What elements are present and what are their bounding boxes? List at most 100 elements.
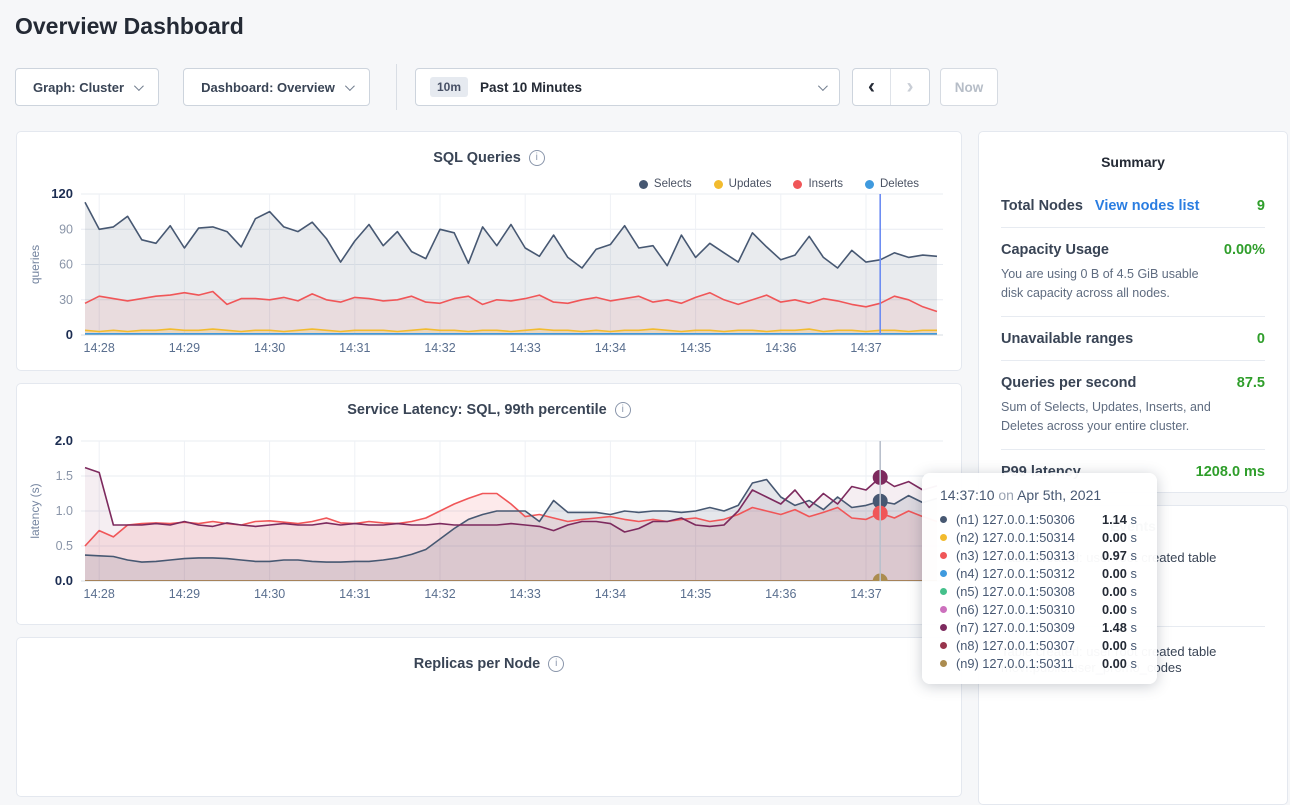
now-button[interactable]: Now <box>940 68 998 106</box>
toolbar-divider <box>396 64 397 110</box>
qps-label: Queries per second <box>1001 375 1136 391</box>
svg-text:14:35: 14:35 <box>680 587 711 601</box>
svg-text:14:29: 14:29 <box>169 587 200 601</box>
svg-text:1.0: 1.0 <box>56 504 73 518</box>
latency-chart-card: Service Latency: SQL, 99th percentile i … <box>16 383 962 625</box>
series-color-dot <box>940 552 947 559</box>
sql-queries-chart-card: SQL Queries i SelectsUpdatesInsertsDelet… <box>16 131 962 371</box>
summary-panel: Summary Total NodesView nodes list 9 Cap… <box>978 131 1288 493</box>
svg-text:0.0: 0.0 <box>55 573 73 588</box>
svg-text:latency (s): latency (s) <box>28 483 42 538</box>
time-range-selector[interactable]: 10m Past 10 Minutes <box>415 68 840 106</box>
dashboard-dropdown[interactable]: Dashboard: Overview <box>183 68 370 106</box>
time-range-badge: 10m <box>430 77 468 97</box>
node-latency-value: 0.97 s <box>1102 548 1137 563</box>
toolbar: Graph: Cluster Dashboard: Overview 10m P… <box>0 68 1290 106</box>
latency-chart[interactable]: 0.00.51.01.52.014:2814:2914:3014:3114:32… <box>17 384 963 626</box>
node-address: (n3) 127.0.0.1:50313 <box>956 548 1094 563</box>
graph-dropdown-label: Graph: Cluster <box>33 80 124 95</box>
node-address: (n5) 127.0.0.1:50308 <box>956 584 1094 599</box>
series-color-dot <box>940 516 947 523</box>
svg-text:14:35: 14:35 <box>680 341 711 355</box>
svg-text:14:34: 14:34 <box>595 341 626 355</box>
svg-text:14:33: 14:33 <box>510 341 541 355</box>
replicas-chart-card: Replicas per Node i <box>16 637 962 797</box>
node-address: (n1) 127.0.0.1:50306 <box>956 512 1094 527</box>
tooltip-timestamp: 14:37:10 on Apr 5th, 2021 <box>940 487 1141 503</box>
tooltip-node-row: (n8) 127.0.0.1:50307 0.00 s <box>940 636 1141 654</box>
qps-desc: Sum of Selects, Updates, Inserts, and De… <box>1001 398 1237 437</box>
series-color-dot <box>940 588 947 595</box>
chevron-down-icon <box>818 81 828 91</box>
svg-text:14:37: 14:37 <box>850 587 881 601</box>
graph-dropdown[interactable]: Graph: Cluster <box>15 68 159 106</box>
series-color-dot <box>940 642 947 649</box>
tooltip-node-row: (n4) 127.0.0.1:50312 0.00 s <box>940 564 1141 582</box>
svg-text:1.5: 1.5 <box>56 469 73 483</box>
svg-text:14:30: 14:30 <box>254 341 285 355</box>
svg-text:14:31: 14:31 <box>339 341 370 355</box>
unavailable-ranges-label: Unavailable ranges <box>1001 331 1133 347</box>
node-address: (n7) 127.0.0.1:50309 <box>956 620 1094 635</box>
svg-text:14:29: 14:29 <box>169 341 200 355</box>
tooltip-node-row: (n1) 127.0.0.1:50306 1.14 s <box>940 510 1141 528</box>
svg-text:14:33: 14:33 <box>510 587 541 601</box>
series-color-dot <box>940 660 947 667</box>
node-latency-value: 0.00 s <box>1102 656 1137 671</box>
node-address: (n4) 127.0.0.1:50312 <box>956 566 1094 581</box>
sql-queries-chart[interactable]: 0 30 60 90 120 14:28 14:29 14:30 14:31 14:32 14:33… <box>17 132 963 372</box>
node-address: (n2) 127.0.0.1:50314 <box>956 530 1094 545</box>
total-nodes-label: Total Nodes <box>1001 198 1083 214</box>
next-time-button[interactable]: › <box>891 69 929 105</box>
previous-time-button[interactable]: ‹ <box>853 69 891 105</box>
tooltip-node-row: (n7) 127.0.0.1:50309 1.48 s <box>940 618 1141 636</box>
chevron-down-icon <box>345 81 355 91</box>
svg-text:90: 90 <box>59 222 73 236</box>
info-icon[interactable]: i <box>548 656 564 672</box>
svg-text:0.5: 0.5 <box>56 539 73 553</box>
node-latency-value: 0.00 s <box>1102 584 1137 599</box>
node-latency-value: 0.00 s <box>1102 638 1137 653</box>
capacity-usage-desc: You are using 0 B of 4.5 GiB usable disk… <box>1001 265 1224 304</box>
node-address: (n9) 127.0.0.1:50311 <box>956 656 1094 671</box>
replicas-chart-title: Replicas per Node <box>414 656 541 672</box>
view-nodes-list-link[interactable]: View nodes list <box>1095 198 1200 214</box>
summary-row-unavailable: Unavailable ranges 0 <box>1001 317 1265 361</box>
svg-text:14:28: 14:28 <box>84 341 115 355</box>
tooltip-node-row: (n3) 127.0.0.1:50313 0.97 s <box>940 546 1141 564</box>
node-address: (n8) 127.0.0.1:50307 <box>956 638 1094 653</box>
node-latency-value: 1.48 s <box>1102 620 1137 635</box>
svg-text:120: 120 <box>51 186 73 201</box>
svg-text:14:36: 14:36 <box>765 341 796 355</box>
page-title: Overview Dashboard <box>15 13 244 40</box>
svg-text:0: 0 <box>66 327 73 342</box>
series-color-dot <box>940 534 947 541</box>
node-address: (n6) 127.0.0.1:50310 <box>956 602 1094 617</box>
svg-text:14:34: 14:34 <box>595 587 626 601</box>
qps-value: 87.5 <box>1237 375 1265 391</box>
tooltip-node-row: (n6) 127.0.0.1:503100.00 s <box>940 600 1141 618</box>
svg-text:30: 30 <box>59 293 73 307</box>
summary-row-total-nodes: Total Nodes View nodes list 9 <box>1001 184 1265 228</box>
series-color-dot <box>940 606 947 613</box>
node-latency-value: 1.14 s <box>1102 512 1137 527</box>
capacity-usage-value: 0.00% <box>1224 242 1265 258</box>
tooltip-node-row: (n9) 127.0.0.1:50311 0.00 s <box>940 654 1141 672</box>
svg-text:14:32: 14:32 <box>424 587 455 601</box>
svg-text:60: 60 <box>59 258 73 272</box>
unavailable-ranges-value: 0 <box>1257 331 1265 347</box>
series-color-dot <box>940 624 947 631</box>
time-step-buttons: ‹ › <box>852 68 930 106</box>
svg-text:14:28: 14:28 <box>84 587 115 601</box>
time-range-label: Past 10 Minutes <box>480 80 806 95</box>
svg-text:14:37: 14:37 <box>850 341 881 355</box>
total-nodes-value: 9 <box>1257 198 1265 214</box>
p99-latency-value: 1208.0 ms <box>1196 464 1265 480</box>
summary-row-qps: Queries per second Sum of Selects, Updat… <box>1001 361 1265 450</box>
node-latency-value: 0.00 s <box>1102 530 1137 545</box>
svg-text:14:32: 14:32 <box>424 341 455 355</box>
svg-text:14:30: 14:30 <box>254 587 285 601</box>
chart-hover-tooltip: 14:37:10 on Apr 5th, 2021 (n1) 127.0.0.1… <box>922 473 1157 684</box>
node-latency-value: 0.00 s <box>1102 566 1137 581</box>
capacity-usage-label: Capacity Usage <box>1001 242 1109 258</box>
